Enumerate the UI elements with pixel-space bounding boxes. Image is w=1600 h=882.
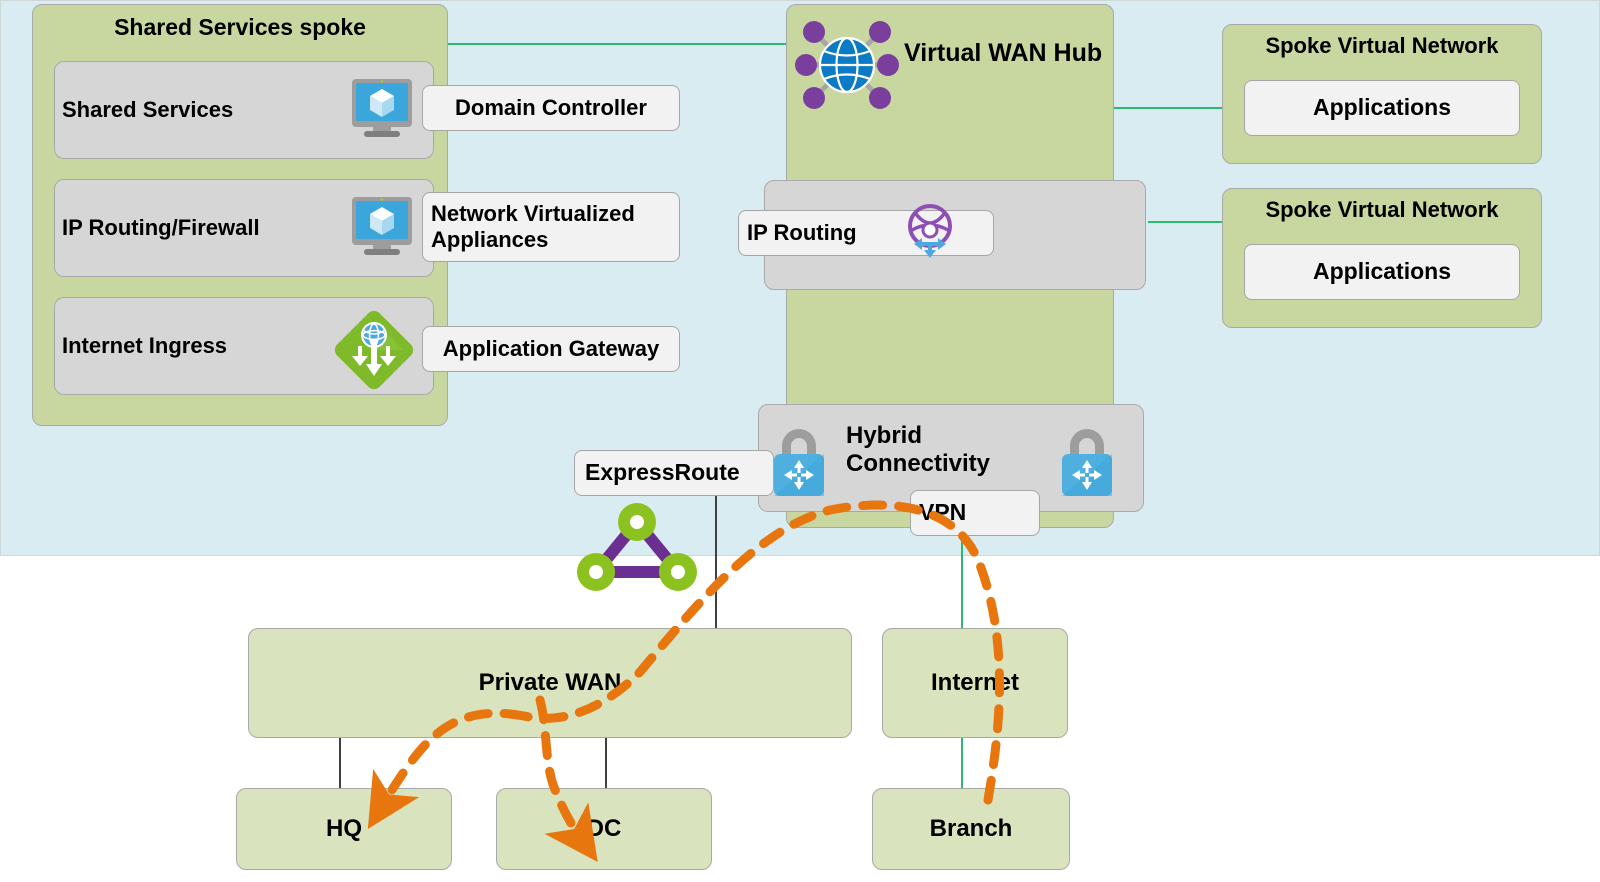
shared-services-row-label: Shared Services [62, 97, 234, 123]
dc-label: DC [586, 814, 622, 842]
domain-controller-callout-label: Domain Controller [455, 95, 647, 121]
branch-label: Branch [929, 814, 1013, 842]
internet-label: Internet [930, 668, 1019, 696]
route-table-icon [896, 200, 964, 264]
spoke-virtual-network-2-title: Spoke Virtual Network [1265, 197, 1499, 223]
spoke-virtual-network-1-title: Spoke Virtual Network [1265, 33, 1499, 59]
spoke-1-applications-box[interactable]: Applications [1244, 80, 1520, 136]
network-virtual-appliances-callout[interactable]: Network Virtualized Appliances [422, 192, 680, 262]
vpn-gateway-lock-icon [764, 420, 834, 498]
expressroute-callout[interactable]: ExpressRoute [574, 450, 774, 496]
shared-services-spoke-title: Shared Services spoke [114, 14, 366, 41]
hybrid-connectivity-title: Hybrid Connectivity [846, 422, 991, 478]
hq-label: HQ [326, 814, 362, 842]
ip-routing-firewall-row-label: IP Routing/Firewall [62, 215, 260, 241]
private-wan-label: Private WAN [478, 668, 622, 696]
vpn-gateway-lock-icon [1052, 420, 1122, 498]
virtual-wan-hub-icon [792, 10, 902, 120]
spoke-2-applications-label: Applications [1312, 258, 1451, 285]
expressroute-circuit-icon [572, 500, 702, 594]
application-gateway-callout[interactable]: Application Gateway [422, 326, 680, 372]
ip-routing-callout-label: IP Routing [747, 220, 857, 246]
virtual-machine-icon [346, 190, 418, 262]
spoke-1-applications-label: Applications [1312, 94, 1451, 121]
internet-ingress-row-label: Internet Ingress [62, 333, 228, 359]
vpn-callout-label: VPN [919, 499, 967, 526]
spoke-2-applications-box[interactable]: Applications [1244, 244, 1520, 300]
vpn-callout[interactable]: VPN [910, 490, 1040, 536]
domain-controller-callout[interactable]: Domain Controller [422, 85, 680, 131]
virtual-machine-icon [346, 72, 418, 144]
diagram-canvas: Shared Services spoke Shared Services Do… [0, 0, 1600, 882]
application-gateway-icon [330, 306, 418, 394]
expressroute-callout-label: ExpressRoute [585, 459, 740, 486]
virtual-wan-hub-title: Virtual WAN Hub [904, 39, 1103, 68]
network-virtual-appliances-callout-label: Network Virtualized Appliances [431, 201, 635, 252]
application-gateway-callout-label: Application Gateway [442, 336, 660, 362]
